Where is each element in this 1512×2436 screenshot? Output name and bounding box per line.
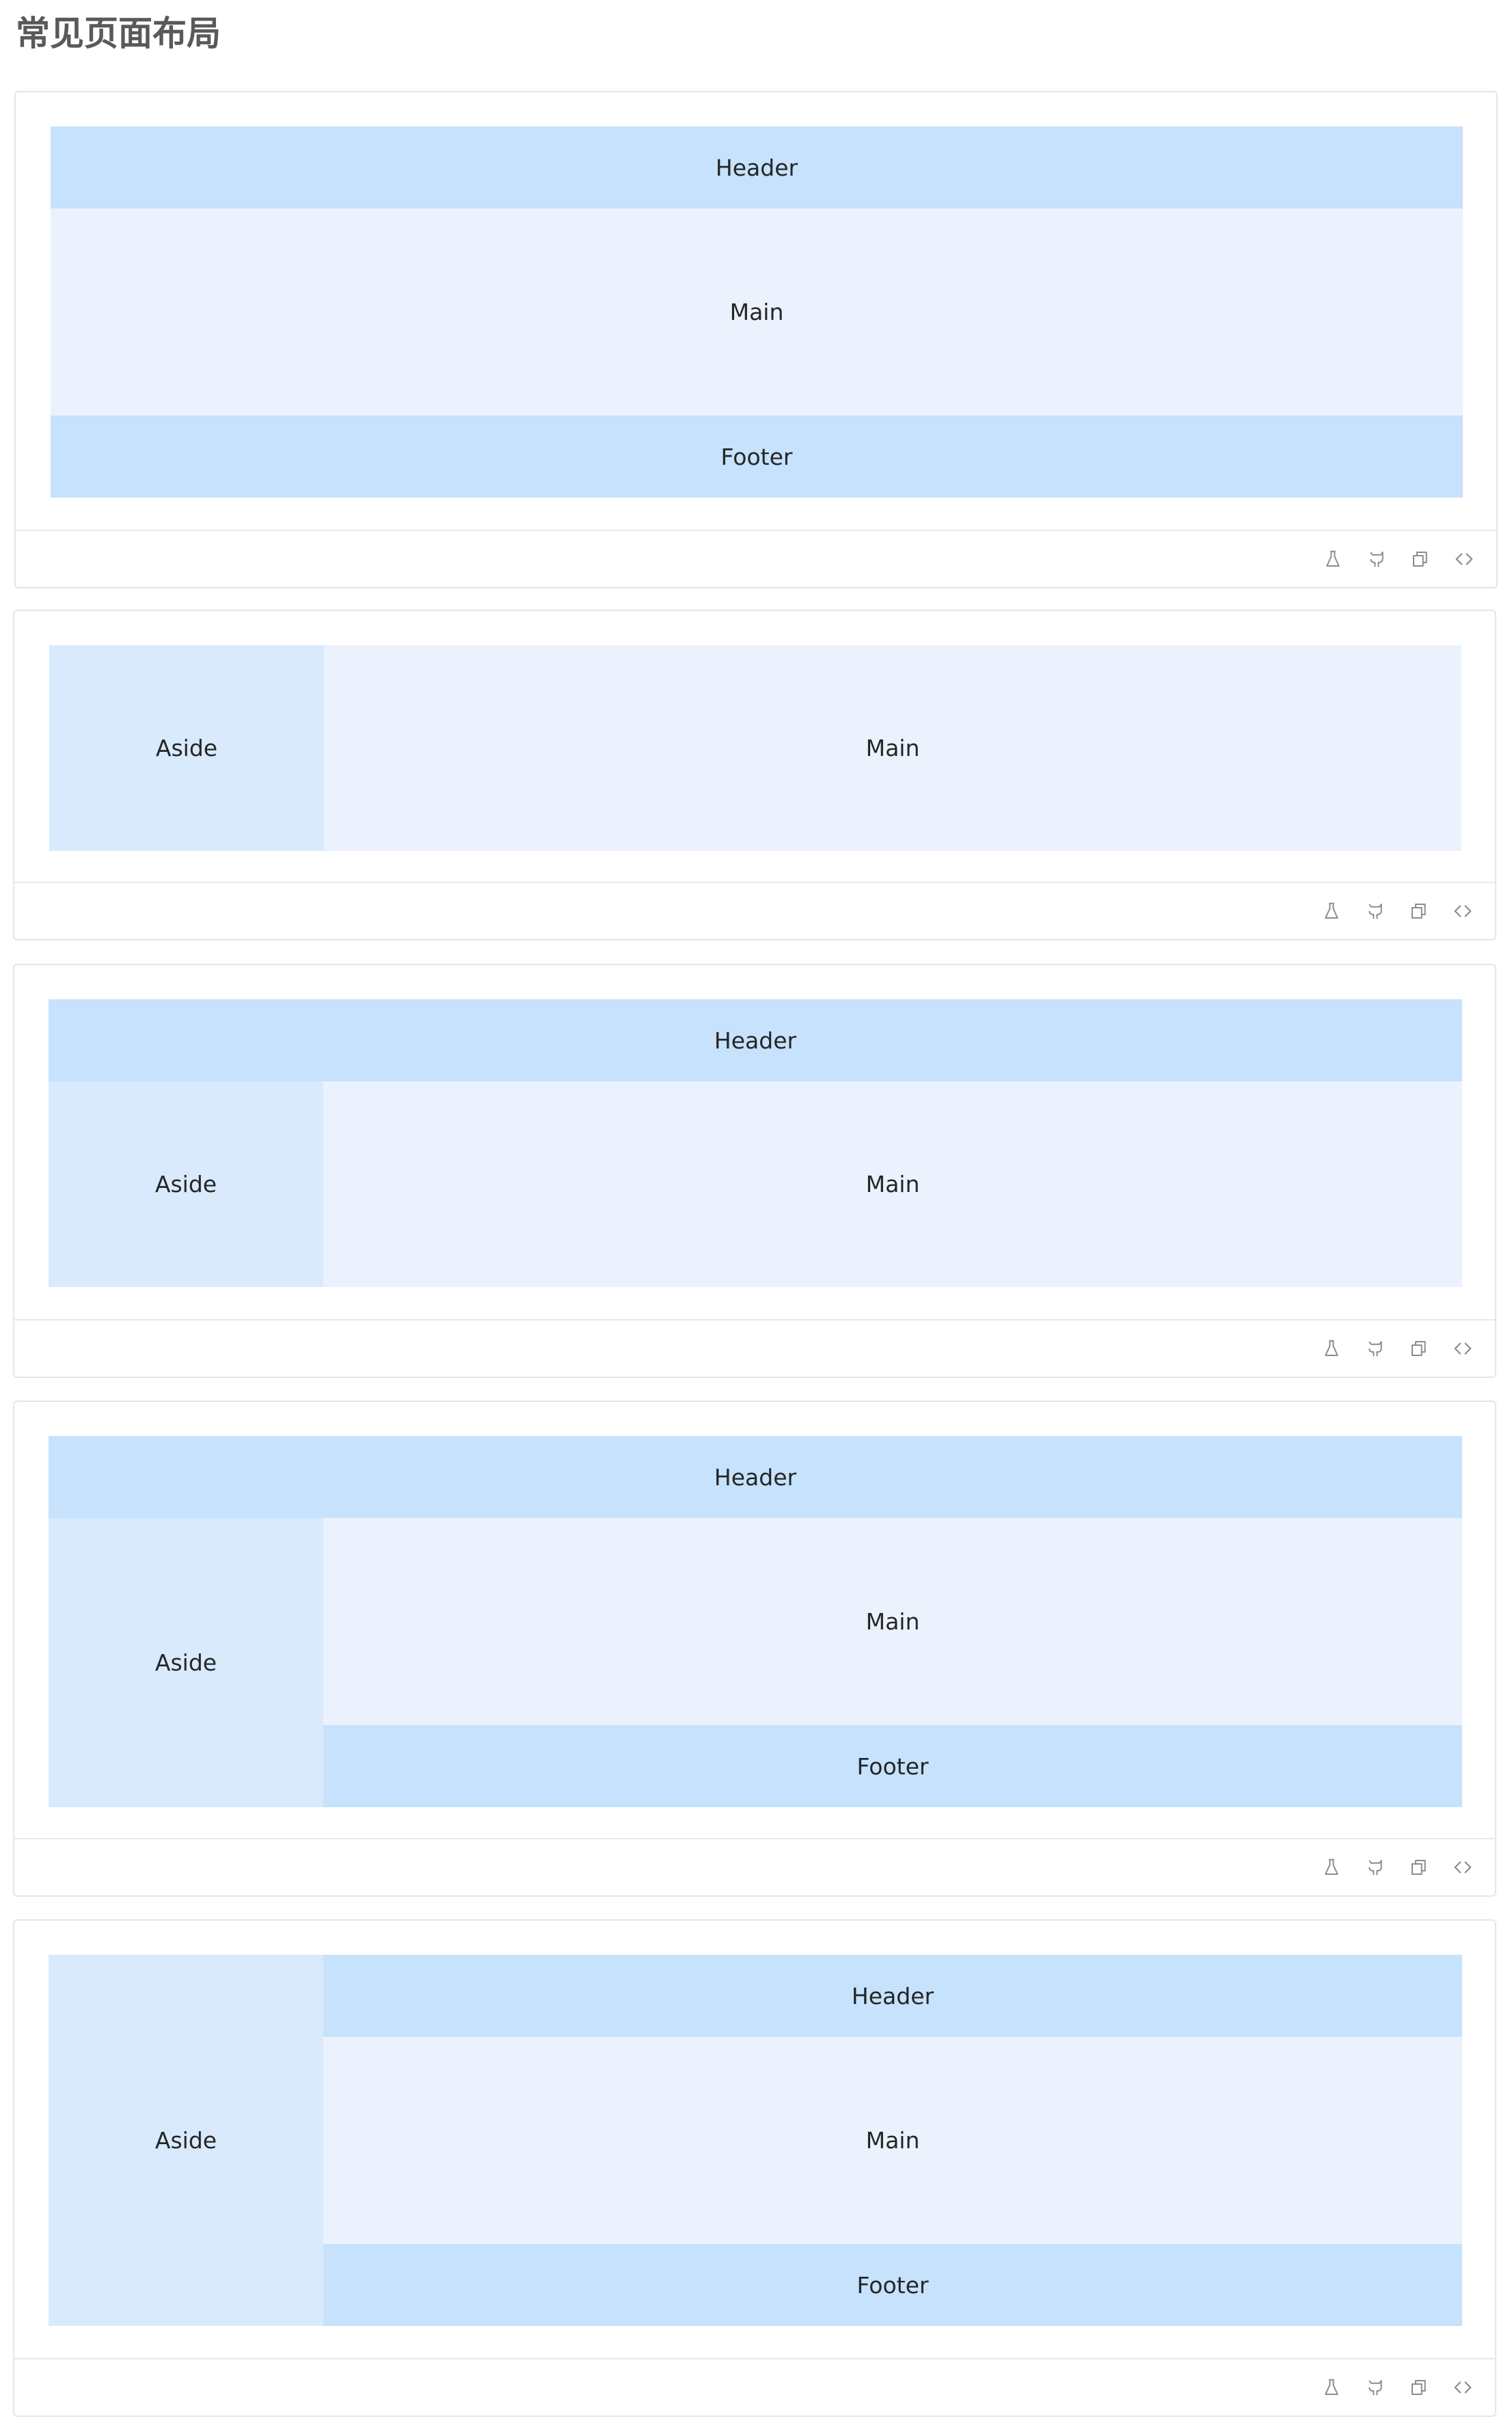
flask-icon[interactable] bbox=[1320, 1337, 1343, 1360]
layout-preview: Aside Header Main Footer bbox=[49, 1955, 1462, 2326]
layout-preview: Header Aside Main bbox=[49, 999, 1462, 1287]
copy-icon[interactable] bbox=[1407, 2376, 1431, 2399]
header-region: Header bbox=[49, 1436, 1462, 1518]
aside-label: Aside bbox=[154, 1171, 217, 1197]
main-label: Main bbox=[729, 299, 784, 325]
footer-region: Footer bbox=[323, 2244, 1462, 2326]
footer-region: Footer bbox=[323, 1725, 1462, 1807]
footer-region: Footer bbox=[51, 416, 1463, 498]
aside-label: Aside bbox=[154, 1649, 217, 1676]
code-icon[interactable] bbox=[1451, 1337, 1474, 1360]
main-label: Main bbox=[865, 2127, 920, 2154]
aside-region: Aside bbox=[49, 1518, 323, 1807]
layout-demo-header-main-footer: Header Main Footer bbox=[14, 91, 1498, 588]
layout-demo-aside-main: Aside Main bbox=[13, 610, 1496, 940]
main-region: Main bbox=[323, 1518, 1462, 1725]
header-label: Header bbox=[714, 1463, 797, 1491]
github-icon[interactable] bbox=[1364, 1856, 1387, 1879]
aside-label: Aside bbox=[154, 2127, 217, 2154]
header-region: Header bbox=[49, 999, 1462, 1081]
main-label: Main bbox=[865, 735, 920, 761]
github-icon[interactable] bbox=[1365, 547, 1388, 571]
footer-label: Footer bbox=[856, 2271, 929, 2299]
copy-icon[interactable] bbox=[1407, 899, 1431, 923]
layout-demo-header-aside-main-footer: Header Aside Main Footer bbox=[13, 1400, 1496, 1897]
layout-preview: Header Aside Main Footer bbox=[49, 1436, 1462, 1807]
header-region: Header bbox=[323, 1955, 1462, 2037]
page-title: 常见页面布局 bbox=[16, 14, 221, 53]
code-icon[interactable] bbox=[1453, 547, 1476, 571]
header-label: Header bbox=[714, 1027, 797, 1054]
flask-icon[interactable] bbox=[1320, 1856, 1343, 1879]
copy-icon[interactable] bbox=[1407, 1856, 1431, 1879]
code-icon[interactable] bbox=[1451, 1856, 1474, 1879]
demo-toolbar bbox=[14, 2358, 1495, 2415]
layout-preview: Header Main Footer bbox=[51, 126, 1463, 498]
copy-icon[interactable] bbox=[1409, 547, 1432, 571]
footer-label: Footer bbox=[856, 1752, 929, 1780]
aside-label: Aside bbox=[155, 735, 218, 761]
demo-toolbar bbox=[16, 530, 1496, 587]
github-icon[interactable] bbox=[1364, 1337, 1387, 1360]
aside-region: Aside bbox=[49, 645, 324, 851]
header-region: Header bbox=[51, 126, 1463, 208]
code-icon[interactable] bbox=[1451, 899, 1474, 923]
copy-icon[interactable] bbox=[1407, 1337, 1431, 1360]
main-label: Main bbox=[865, 1171, 920, 1197]
header-label: Header bbox=[715, 154, 798, 181]
github-icon[interactable] bbox=[1364, 899, 1387, 923]
main-label: Main bbox=[865, 1608, 920, 1635]
main-region: Main bbox=[324, 645, 1461, 851]
aside-region: Aside bbox=[49, 1955, 323, 2326]
layout-demo-header-aside-main: Header Aside Main bbox=[13, 964, 1496, 1378]
footer-label: Footer bbox=[720, 443, 793, 470]
main-region: Main bbox=[323, 1081, 1462, 1287]
code-icon[interactable] bbox=[1451, 2376, 1474, 2399]
header-label: Header bbox=[851, 1982, 934, 2009]
aside-region: Aside bbox=[49, 1081, 323, 1287]
layout-preview: Aside Main bbox=[49, 645, 1461, 851]
demo-toolbar bbox=[14, 1838, 1495, 1895]
demo-toolbar bbox=[14, 1319, 1495, 1377]
demo-toolbar bbox=[14, 882, 1495, 939]
layout-demo-aside-header-main-footer: Aside Header Main Footer bbox=[13, 1919, 1496, 2417]
flask-icon[interactable] bbox=[1321, 547, 1345, 571]
main-region: Main bbox=[323, 2037, 1462, 2244]
flask-icon[interactable] bbox=[1320, 899, 1343, 923]
flask-icon[interactable] bbox=[1320, 2376, 1343, 2399]
github-icon[interactable] bbox=[1364, 2376, 1387, 2399]
main-region: Main bbox=[51, 208, 1463, 416]
